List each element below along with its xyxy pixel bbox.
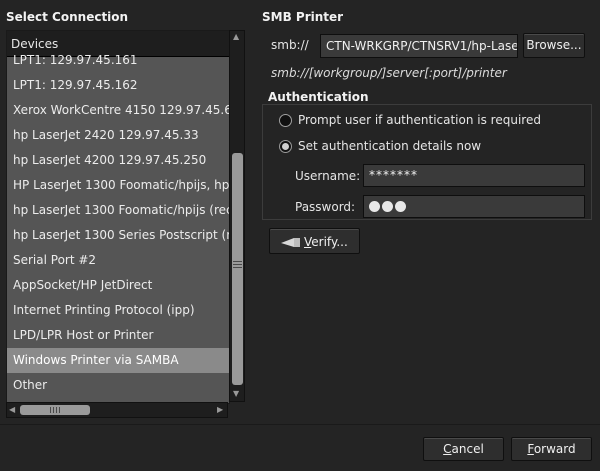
password-mask-dot bbox=[369, 201, 380, 212]
vertical-scrollbar[interactable]: ▲ ▼ bbox=[229, 30, 245, 402]
key-icon bbox=[281, 238, 300, 247]
password-mask-dot bbox=[395, 201, 406, 212]
device-list-item[interactable]: LPD/LPR Host or Printer bbox=[7, 323, 229, 348]
verify-button[interactable]: Verify... bbox=[269, 228, 360, 254]
thumb-grip-line bbox=[56, 407, 57, 413]
cancel-button[interactable]: Cancel bbox=[423, 437, 504, 461]
smb-printer-title: SMB Printer bbox=[262, 10, 344, 24]
smb-prefix-label: smb:// bbox=[271, 38, 309, 52]
authentication-title: Authentication bbox=[268, 90, 369, 104]
footer-separator bbox=[0, 424, 600, 425]
forward-button[interactable]: Forward bbox=[511, 437, 592, 461]
smb-uri-hint: smb://[workgroup/]server[:port]/printer bbox=[271, 66, 507, 80]
thumb-grip-line bbox=[233, 267, 242, 268]
device-list-item[interactable]: hp LaserJet 2420 129.97.45.33 bbox=[7, 123, 229, 148]
device-list-item[interactable]: HP LaserJet 1300 Foomatic/hpijs, hp bbox=[7, 173, 229, 198]
prompt-user-label[interactable]: Prompt user if authentication is require… bbox=[298, 113, 541, 127]
device-list-item[interactable]: AppSocket/HP JetDirect bbox=[7, 273, 229, 298]
device-list[interactable]: Devices LPT1: 129.97.45.161 LPT1: 129.97.… bbox=[6, 30, 230, 404]
device-list-item[interactable]: Other bbox=[7, 373, 229, 398]
thumb-grip-line bbox=[59, 407, 60, 413]
scroll-right-icon[interactable]: ▶ bbox=[217, 405, 223, 414]
scroll-left-icon[interactable]: ◀ bbox=[9, 405, 15, 414]
device-list-item[interactable]: Windows Printer via SAMBA bbox=[7, 348, 229, 373]
thumb-grip-line bbox=[53, 407, 54, 413]
select-connection-title: Select Connection bbox=[6, 10, 129, 24]
radio-selected-dot bbox=[282, 143, 289, 150]
device-list-item[interactable]: hp LaserJet 4200 129.97.45.250 bbox=[7, 148, 229, 173]
set-auth-now-label[interactable]: Set authentication details now bbox=[298, 139, 481, 153]
device-list-item[interactable]: Serial Port #2 bbox=[7, 248, 229, 273]
device-list-item[interactable]: Xerox WorkCentre 4150 129.97.45.67 bbox=[7, 98, 229, 123]
scroll-down-icon[interactable]: ▼ bbox=[233, 389, 239, 398]
password-input[interactable] bbox=[363, 195, 585, 218]
vertical-scroll-thumb[interactable] bbox=[232, 153, 243, 385]
device-list-item[interactable]: Internet Printing Protocol (ipp) bbox=[7, 298, 229, 323]
device-list-item[interactable]: hp LaserJet 1300 Foomatic/hpijs (rec bbox=[7, 198, 229, 223]
smb-uri-input[interactable]: CTN-WRKGRP/CTNSRV1/hp-LaserJet bbox=[320, 34, 518, 58]
device-list-item[interactable]: LPT1: 129.97.45.161 bbox=[7, 48, 229, 73]
set-auth-now-radio[interactable] bbox=[279, 140, 292, 153]
horizontal-scroll-thumb[interactable] bbox=[20, 405, 90, 415]
device-list-item[interactable]: hp LaserJet 1300 Series Postscript (r bbox=[7, 223, 229, 248]
verify-label: Verify... bbox=[304, 235, 348, 249]
username-input[interactable]: ******* bbox=[363, 164, 585, 187]
thumb-grip-line bbox=[233, 261, 242, 262]
scroll-up-icon[interactable]: ▲ bbox=[233, 32, 239, 41]
thumb-grip-line bbox=[233, 264, 242, 265]
password-mask-dot bbox=[382, 201, 393, 212]
username-label: Username: bbox=[295, 169, 361, 183]
browse-button[interactable]: Browse... bbox=[523, 33, 585, 58]
password-label: Password: bbox=[295, 200, 356, 214]
horizontal-scrollbar[interactable]: ◀ ▶ bbox=[6, 402, 228, 418]
prompt-user-radio[interactable] bbox=[279, 114, 292, 127]
device-list-item[interactable]: LPT1: 129.97.45.162 bbox=[7, 73, 229, 98]
thumb-grip-line bbox=[50, 407, 51, 413]
